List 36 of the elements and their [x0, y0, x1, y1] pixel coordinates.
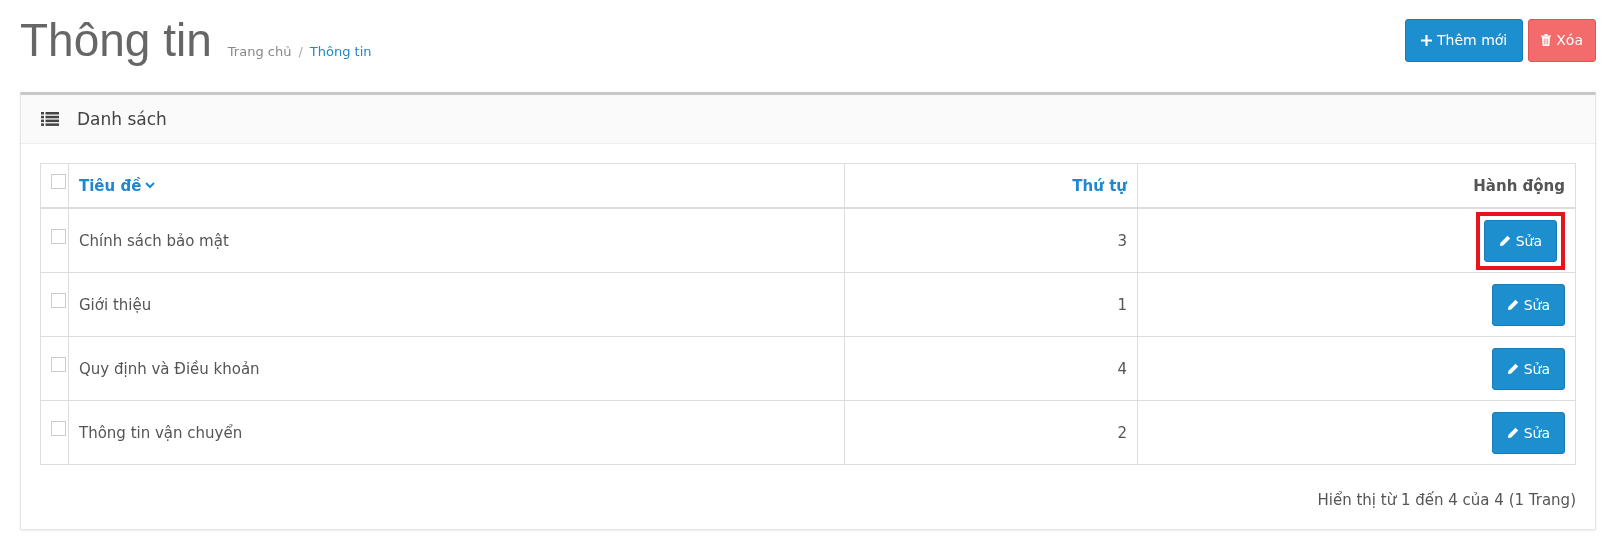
pagination-info: Hiển thị từ 1 đến 4 của 4 (1 Trang): [1317, 491, 1576, 509]
edit-button[interactable]: Sửa: [1483, 219, 1557, 262]
edit-button[interactable]: Sửa: [1491, 283, 1565, 326]
column-header[interactable]: Thứ tự: [1072, 176, 1127, 195]
column-header: Hành động: [1473, 176, 1565, 195]
plus-icon: [1421, 34, 1433, 46]
delete-button[interactable]: Xóa: [1528, 18, 1596, 62]
table-cell: Quy định và Điều khoản: [79, 359, 260, 378]
row-checkbox[interactable]: [51, 229, 66, 244]
edit-button[interactable]: Sửa: [1491, 347, 1565, 390]
pencil-icon: [1498, 234, 1511, 247]
table-cell: 4: [1117, 359, 1127, 378]
breadcrumb-separator: /: [298, 44, 303, 59]
edit-button[interactable]: Sửa: [1491, 411, 1565, 454]
select-all-checkbox[interactable]: [51, 174, 66, 189]
row-checkbox[interactable]: [51, 293, 66, 308]
pencil-icon: [1506, 298, 1519, 311]
table-cell: 1: [1117, 295, 1127, 314]
breadcrumb-link[interactable]: Trang chủ: [227, 44, 292, 59]
table-cell: 2: [1117, 423, 1127, 442]
column-header[interactable]: Tiêu đề: [79, 176, 156, 195]
pencil-icon: [1506, 426, 1519, 439]
pencil-icon: [1506, 362, 1519, 375]
table-cell: Thông tin vận chuyển: [79, 423, 243, 442]
breadcrumb-current: Thông tin: [309, 44, 372, 59]
page-title: Thông tin: [20, 13, 212, 67]
table-cell: Chính sách bảo mật: [79, 231, 229, 250]
panel-title: Danh sách: [77, 109, 167, 129]
add-button[interactable]: Thêm mới: [1405, 18, 1524, 62]
list-icon: [41, 112, 59, 126]
table-cell: 3: [1117, 231, 1127, 250]
trash-icon: [1541, 34, 1552, 46]
table-cell: Giới thiệu: [79, 295, 152, 314]
row-checkbox[interactable]: [51, 421, 66, 436]
row-checkbox[interactable]: [51, 357, 66, 372]
chevron-down-icon: [145, 182, 156, 189]
